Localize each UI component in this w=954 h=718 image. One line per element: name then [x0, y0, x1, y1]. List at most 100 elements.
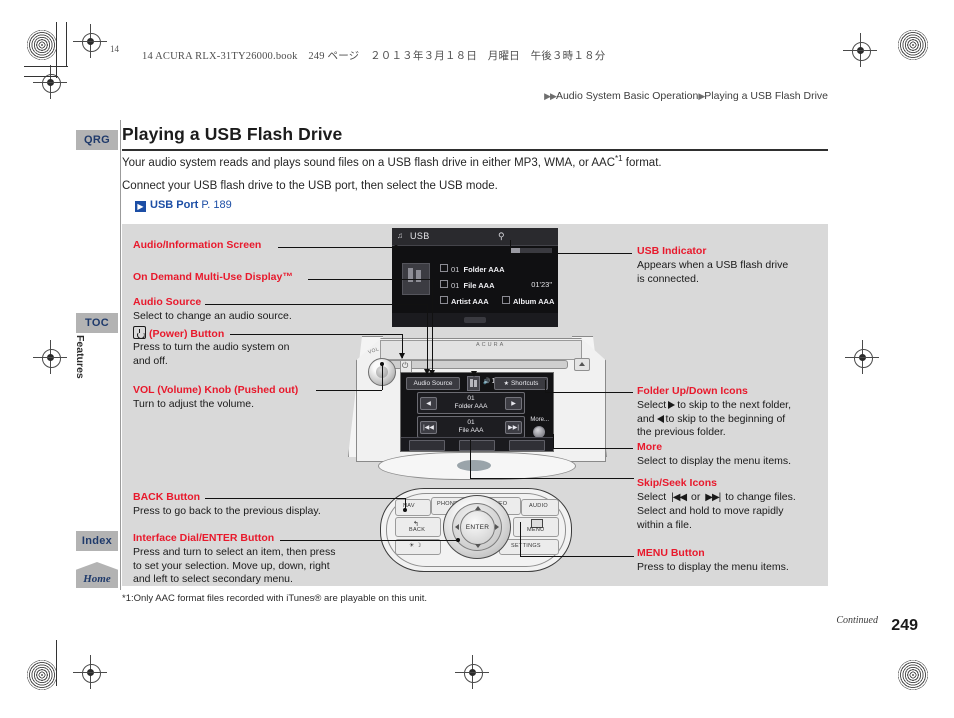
- dial-left-icon: [455, 524, 459, 530]
- folder-down-triangle-icon: [656, 414, 664, 423]
- crop-mark-top-h2: [24, 76, 58, 77]
- odmd-footer-row: [401, 437, 553, 451]
- sidebar-tab-qrg[interactable]: QRG: [76, 130, 118, 150]
- folder-checkbox-icon: [440, 264, 448, 272]
- breadcrumb-marker-icon: ▶▶: [544, 91, 557, 101]
- annotation-body-line1: Press to turn the audio system on: [133, 341, 290, 354]
- home-label: Home: [83, 573, 111, 585]
- odmd-footer-button-1[interactable]: [409, 440, 445, 451]
- power-symbol-icon: [133, 326, 146, 339]
- breadcrumb-level1[interactable]: Audio System Basic Operation: [556, 90, 698, 102]
- skip-back-glyph-icon: |◀◀: [671, 492, 687, 504]
- screen-artist-row: Artist AAA: [440, 296, 489, 306]
- leader-usb-indicator: [510, 253, 632, 254]
- folder-down-icon[interactable]: ◀: [420, 397, 437, 410]
- annotation-folder-icons: Folder Up/Down Icons Select to skip to th…: [637, 385, 791, 440]
- annotation-body-line1: Press and turn to select an item, then p…: [133, 546, 336, 559]
- annotation-heading: USB Indicator: [637, 245, 707, 257]
- intro1-footnote-marker: *1: [615, 154, 623, 163]
- screen-elapsed-time: 01'23": [531, 280, 552, 289]
- xref-arrow-icon: ▶: [135, 201, 146, 212]
- leader-arrow-folder: [471, 371, 477, 377]
- intro-paragraph-1: Your audio system reads and plays sound …: [122, 154, 662, 171]
- sidebar-tab-home[interactable]: Home: [76, 562, 118, 588]
- continued-label: Continued: [836, 615, 878, 626]
- leader-vol: [316, 390, 382, 391]
- crop-mark-top-v1: [56, 22, 57, 78]
- page-footnote: *1:Only AAC format files recorded with i…: [122, 593, 427, 604]
- registration-mark-tl: [73, 24, 107, 58]
- leader-arrow-power: [399, 353, 405, 359]
- sidebar-tab-features[interactable]: Features: [74, 335, 86, 379]
- annotation-heading: Audio/Information Screen: [133, 239, 262, 251]
- screen-album-name: Album AAA: [513, 297, 555, 306]
- annotation-heading: VOL (Volume) Knob (Pushed out): [133, 384, 299, 396]
- leader-dot-dial: [456, 538, 460, 542]
- page-title: Playing a USB Flash Drive: [122, 124, 343, 144]
- crop-mark-top-v2: [66, 22, 67, 66]
- leader-odmd: [308, 279, 432, 280]
- annotation-odmd: On Demand Multi-Use Display™: [133, 271, 293, 285]
- annotation-body-b: to skip to the next folder,: [677, 399, 792, 412]
- odmd-more-label: More...: [530, 417, 549, 423]
- odmd-shortcuts-button[interactable]: Shortcuts: [494, 377, 548, 390]
- screen-folder-name: Folder AAA: [463, 265, 505, 274]
- registration-mark-ml: [33, 340, 67, 374]
- eject-button[interactable]: [574, 358, 590, 371]
- odmd-folder-number: 01: [467, 394, 475, 402]
- annotation-menu-button: MENU Button Press to display the menu it…: [637, 547, 789, 575]
- registration-mark-tl2: [33, 65, 67, 99]
- annotation-body-line2: to set your selection. Move up, down, ri…: [133, 559, 330, 572]
- screen-source-label: USB: [410, 231, 430, 241]
- annotation-body-line1: Appears when a USB flash drive: [637, 259, 789, 272]
- cross-reference-usb-port[interactable]: ▶ USB Port P. 189: [135, 199, 232, 212]
- acura-brand-label: ACURA: [476, 342, 506, 348]
- folder-up-icon[interactable]: ▶: [505, 397, 522, 410]
- back-button-label: BACK: [409, 527, 426, 533]
- annotation-usb-indicator: USB Indicator Appears when a USB flash d…: [637, 245, 788, 286]
- annotation-power-button: (Power) Button Press to turn the audio s…: [133, 326, 289, 368]
- breadcrumb: ▶▶Audio System Basic Operation▶Playing a…: [544, 90, 828, 102]
- annotation-body-line2: Select and hold to move rapidly: [637, 505, 784, 518]
- annotation-audio-information-screen: Audio/Information Screen: [133, 239, 261, 253]
- enter-button[interactable]: ENTER: [460, 510, 495, 545]
- screen-folder-row: 01 Folder AAA: [440, 264, 505, 274]
- annotation-heading: Interface Dial/ENTER Button: [133, 532, 275, 544]
- odmd-footer-button-3[interactable]: [509, 440, 545, 451]
- annotation-heading: Audio Source: [133, 296, 202, 308]
- audio-information-screen: ♫ USB ⚲ 01 Folder AAA 01 File AAA Artist…: [392, 228, 558, 327]
- settings-button-label: SETTINGS: [511, 543, 541, 549]
- leader-menu: [520, 556, 634, 557]
- music-note-icon: ♫: [397, 231, 403, 240]
- annotation-more: More Select to display the menu items.: [637, 441, 791, 469]
- leader-folder-icons: [545, 392, 633, 393]
- xref-page: P. 189: [201, 199, 232, 211]
- odmd-equalizer-icon: [467, 376, 480, 391]
- annotation-body: Press to go back to the previous display…: [133, 505, 321, 518]
- sidebar-tab-index[interactable]: Index: [76, 531, 118, 551]
- on-demand-multi-use-display: Audio Source 10 Shortcuts 01 Folder AAA …: [400, 372, 554, 452]
- odmd-audio-source-button[interactable]: Audio Source: [406, 377, 460, 390]
- odmd-file-name: File AAA: [458, 427, 484, 434]
- screen-track-number: 01: [451, 265, 460, 274]
- sidebar-tab-toc[interactable]: TOC: [76, 313, 118, 333]
- annotation-skip-seek: Skip/Seek Icons Select |◀◀ or ▶▶| to cha…: [637, 477, 796, 532]
- print-running-head: 14 ACURA RLX-31TY26000.book 249 ページ ２０１３…: [142, 51, 606, 62]
- registration-spiral-bottomright: [898, 660, 928, 690]
- odmd-footer-button-2[interactable]: [459, 440, 495, 451]
- leader-more-v: [553, 434, 554, 449]
- annotation-body-line3: and left to select secondary menu.: [133, 573, 293, 586]
- annotation-body-or: or: [691, 491, 701, 504]
- breadcrumb-level2[interactable]: Playing a USB Flash Drive: [704, 90, 828, 102]
- leader-dot-audio-screen: [394, 245, 398, 249]
- page-number: 249: [891, 617, 918, 634]
- folder-up-triangle-icon: [668, 401, 676, 410]
- skip-forward-icon[interactable]: ▶▶|: [505, 421, 522, 434]
- registration-spiral-topleft: [27, 30, 57, 60]
- leader-audio-source-v: [427, 304, 428, 374]
- annotation-body-d: to skip to the beginning of: [665, 412, 786, 425]
- leader-folder-icons-v: [545, 380, 546, 393]
- interface-dial[interactable]: ENTER: [443, 495, 511, 559]
- sidebar-rail: [120, 120, 121, 590]
- skip-back-icon[interactable]: |◀◀: [420, 421, 437, 434]
